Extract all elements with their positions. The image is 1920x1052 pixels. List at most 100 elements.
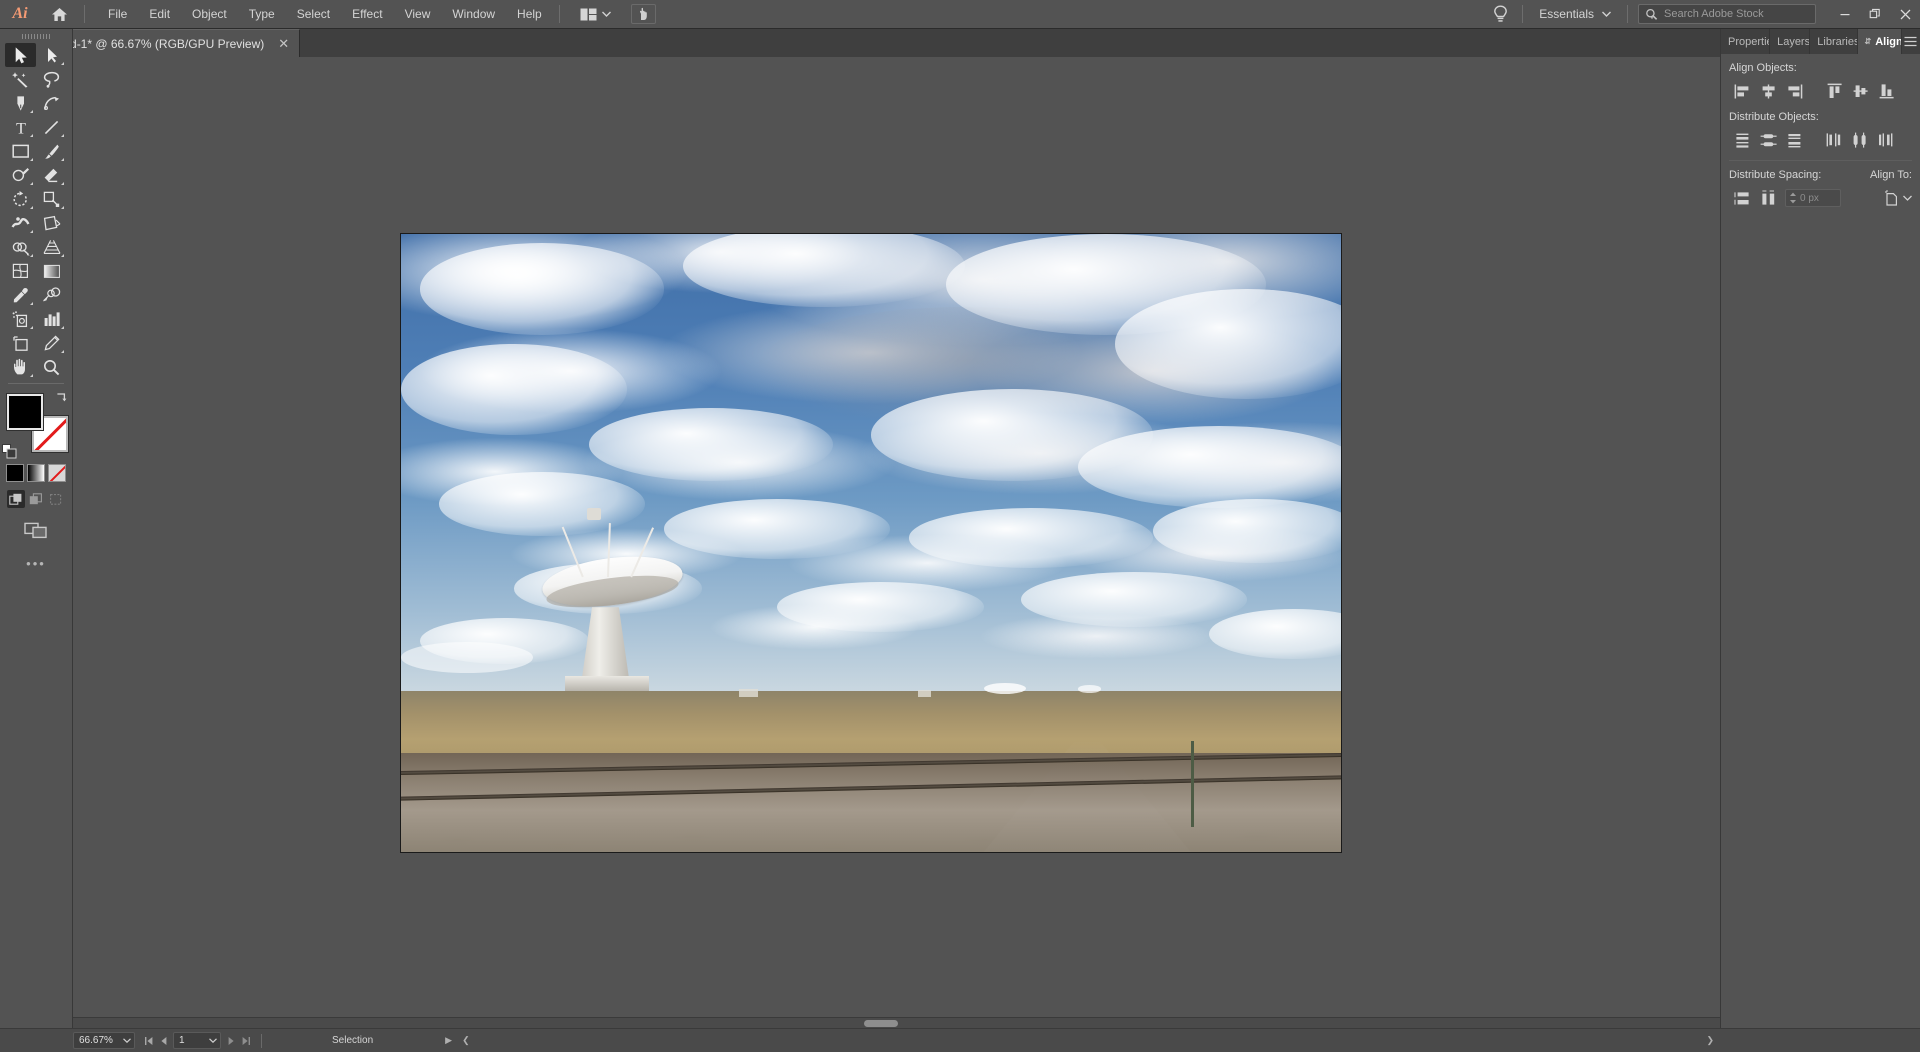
distant-dish-left [401,642,533,673]
arrange-documents-button[interactable] [574,5,617,24]
eyedropper-tool[interactable] [5,283,36,307]
blend-tool[interactable] [36,283,67,307]
paintbrush-tool[interactable] [36,139,67,163]
menu-view[interactable]: View [394,3,442,25]
prev-artboard-icon[interactable] [156,1032,171,1049]
lasso-tool[interactable] [36,67,67,91]
menu-effect[interactable]: Effect [341,3,393,25]
perspective-grid-tool[interactable] [36,235,67,259]
mesh-tool[interactable] [5,259,36,283]
artboard-number-input[interactable]: 1 [173,1032,221,1049]
align-horizontal-center[interactable] [1755,81,1781,101]
rotate-tool[interactable] [5,187,36,211]
minimize-button[interactable] [1830,0,1860,29]
tool-flyout-indicator [30,254,33,257]
align-vertical-center[interactable] [1847,81,1873,101]
canvas-area[interactable] [73,57,1720,1028]
zoom-tool[interactable] [36,355,67,379]
color-mode-none[interactable] [48,464,66,482]
spacing-value-input[interactable]: 0 px [1785,189,1841,207]
canvas-horizontal-scrollbar[interactable] [73,1017,1720,1028]
slice-tool[interactable] [36,331,67,355]
menu-edit[interactable]: Edit [138,3,181,25]
close-button[interactable] [1890,0,1920,29]
free-transform-tool[interactable] [36,211,67,235]
horizontal-distribute-space[interactable] [1755,188,1781,208]
tab-libraries[interactable]: Libraries [1810,29,1857,54]
draw-inside[interactable] [47,490,65,508]
distribute-vertical-top[interactable] [1729,130,1755,150]
home-icon[interactable] [40,0,78,29]
symbol-sprayer-tool[interactable] [5,307,36,331]
menu-window[interactable]: Window [441,3,506,25]
default-fill-stroke-icon[interactable] [2,444,18,460]
hand-tool[interactable] [5,355,36,379]
placed-photo[interactable] [401,234,1341,852]
status-divider [261,1034,262,1048]
eraser-tool[interactable] [36,163,67,187]
zoom-level-input[interactable]: 66.67% [73,1032,135,1049]
tab-properties[interactable]: Propertie [1721,29,1770,54]
tab-align[interactable]: ⇵ Align [1858,29,1902,54]
workspace-switcher[interactable]: Essentials [1529,3,1621,25]
direct-selection-tool[interactable] [36,43,67,67]
panel-menu-icon[interactable] [1902,29,1920,54]
align-right-edges[interactable] [1781,81,1807,101]
width-tool[interactable] [5,211,36,235]
distribute-horizontal-right[interactable] [1873,130,1899,150]
color-mode-flat[interactable] [6,464,24,482]
column-graph-tool[interactable] [36,307,67,331]
rectangle-tool[interactable] [5,139,36,163]
menu-type[interactable]: Type [238,3,286,25]
menu-file[interactable]: File [97,3,138,25]
last-artboard-icon[interactable] [238,1032,253,1049]
change-screen-mode[interactable] [21,520,51,542]
color-mode-gradient[interactable] [27,464,45,482]
menu-select[interactable]: Select [286,3,341,25]
align-top-edges[interactable] [1821,81,1847,101]
distribute-horizontal-left[interactable] [1821,130,1847,150]
artboard-tool[interactable] [5,331,36,355]
distribute-horizontal-center[interactable] [1847,130,1873,150]
gradient-tool[interactable] [36,259,67,283]
chevron-left-icon[interactable]: ❮ [462,1035,470,1046]
close-icon[interactable]: ✕ [278,37,289,50]
artboard-1[interactable] [400,233,1342,853]
edit-toolbar[interactable]: ••• [26,556,46,571]
scale-tool[interactable] [36,187,67,211]
pen-tool[interactable] [5,91,36,115]
vertical-distribute-space[interactable] [1729,188,1755,208]
menu-object[interactable]: Object [181,3,238,25]
horizontal-scroll-thumb[interactable] [864,1020,898,1027]
shaper-tool[interactable] [5,163,36,187]
play-arrow-icon[interactable]: ▶ [445,1035,452,1046]
draw-normal[interactable] [7,490,25,508]
chevron-down-icon[interactable] [206,1038,220,1043]
curvature-tool[interactable] [36,91,67,115]
first-artboard-icon[interactable] [141,1032,156,1049]
next-artboard-icon[interactable] [223,1032,238,1049]
align-to-dropdown[interactable] [1884,190,1912,207]
chevron-right-icon[interactable]: ❯ [1706,1035,1714,1046]
swap-fill-stroke-icon[interactable] [54,391,68,405]
distribute-vertical-center[interactable] [1755,130,1781,150]
selection-tool[interactable] [5,43,36,67]
align-bottom-edges[interactable] [1873,81,1899,101]
distribute-vertical-bottom[interactable] [1781,130,1807,150]
magic-wand-tool[interactable] [5,67,36,91]
chevron-down-icon[interactable] [120,1038,134,1043]
search-adobe-stock-input[interactable]: Search Adobe Stock [1638,4,1816,24]
line-segment-tool[interactable] [36,115,67,139]
menu-help[interactable]: Help [506,3,553,25]
discover-bulb-icon[interactable] [1493,5,1508,24]
tool-flyout-indicator [30,182,33,185]
type-tool[interactable]: T [5,115,36,139]
fill-swatch[interactable] [7,394,43,430]
draw-behind[interactable] [27,490,45,508]
align-left-edges[interactable] [1729,81,1755,101]
tab-layers[interactable]: Layers [1770,29,1810,54]
drag-grip-icon[interactable] [0,29,72,43]
maximize-restore-button[interactable] [1860,0,1890,29]
shape-builder-tool[interactable] [5,235,36,259]
touch-workspace-button[interactable] [631,4,656,24]
